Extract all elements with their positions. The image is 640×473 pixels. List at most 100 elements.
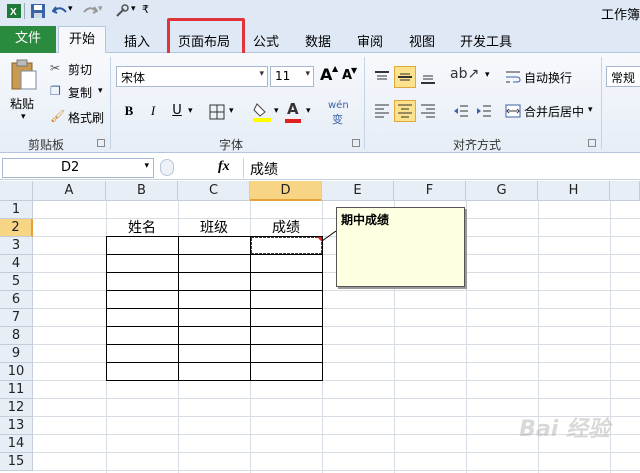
tab-home[interactable]: 开始 xyxy=(58,26,106,54)
column-header[interactable]: C xyxy=(178,181,250,201)
column-header[interactable]: F xyxy=(394,181,466,201)
tools-icon[interactable] xyxy=(114,3,130,19)
alignment-dialog-launcher[interactable] xyxy=(588,139,596,147)
increase-indent-icon[interactable] xyxy=(473,100,495,122)
bold-button[interactable]: B xyxy=(118,100,140,122)
decrease-indent-icon[interactable] xyxy=(450,100,472,122)
font-dialog-launcher[interactable] xyxy=(352,139,360,147)
cell-b2[interactable]: 姓名 xyxy=(106,219,178,237)
align-top-icon[interactable] xyxy=(371,66,393,88)
tab-insert[interactable]: 插入 xyxy=(124,31,150,50)
wrap-text-button[interactable]: 自动换行 xyxy=(524,69,572,86)
tab-view[interactable]: 视图 xyxy=(409,31,435,50)
format-painter-icon[interactable]: 🖌 xyxy=(50,109,65,123)
column-header[interactable]: G xyxy=(466,181,538,201)
align-left-icon[interactable] xyxy=(371,100,393,122)
orientation-dropdown-icon[interactable]: ▾ xyxy=(485,70,490,80)
row-header[interactable]: 11 xyxy=(0,381,33,399)
row-header[interactable]: 12 xyxy=(0,399,33,417)
row-header[interactable]: 8 xyxy=(0,327,33,345)
wrap-text-icon[interactable] xyxy=(505,69,521,85)
column-header[interactable]: E xyxy=(322,181,394,201)
tab-file[interactable]: 文件 xyxy=(0,26,56,53)
borders-icon[interactable] xyxy=(209,104,225,120)
watermark: Bai 经验 xyxy=(519,417,610,442)
formula-input[interactable]: 成绩 xyxy=(250,159,278,179)
tab-data[interactable]: 数据 xyxy=(305,31,331,50)
font-color-swatch xyxy=(285,119,301,123)
formula-bar-resize-handle[interactable] xyxy=(160,159,174,176)
comment-indicator xyxy=(317,237,322,242)
redo-dropdown-icon[interactable]: ▾ xyxy=(98,4,103,14)
copy-button[interactable]: 复制 xyxy=(68,84,92,101)
tab-developer[interactable]: 开发工具 xyxy=(460,31,512,50)
align-middle-icon[interactable] xyxy=(394,66,416,88)
scissors-icon[interactable]: ✂ xyxy=(50,61,60,75)
format-painter-button[interactable]: 格式刷 xyxy=(68,109,104,126)
fill-color-dropdown-icon[interactable]: ▾ xyxy=(274,106,279,116)
window-title: 工作簿 xyxy=(600,8,640,23)
row-header[interactable]: 15 xyxy=(0,453,33,471)
cell-d2[interactable]: 成绩 xyxy=(250,219,322,237)
cut-button[interactable]: 剪切 xyxy=(68,61,92,78)
svg-text:X: X xyxy=(10,7,17,18)
row-header[interactable]: 14 xyxy=(0,435,33,453)
row-header[interactable]: 4 xyxy=(0,255,33,273)
merge-dropdown-icon[interactable]: ▾ xyxy=(588,105,593,115)
underline-button[interactable]: U xyxy=(166,100,188,122)
select-all-corner[interactable] xyxy=(0,181,33,201)
row-header[interactable]: 3 xyxy=(0,237,33,255)
cell-c2[interactable]: 班级 xyxy=(178,219,250,237)
italic-button[interactable]: I xyxy=(142,100,164,122)
row-header-active[interactable]: 2 xyxy=(0,219,33,237)
row-header[interactable]: 13 xyxy=(0,417,33,435)
underline-dropdown-icon[interactable]: ▾ xyxy=(188,106,193,116)
tools-dropdown-icon[interactable]: ▾ xyxy=(131,4,136,14)
row-header[interactable]: 9 xyxy=(0,345,33,363)
font-color-icon[interactable]: A xyxy=(287,100,299,118)
tab-formulas[interactable]: 公式 xyxy=(253,31,279,50)
row-header[interactable]: 7 xyxy=(0,309,33,327)
align-center-icon[interactable] xyxy=(394,100,416,122)
phonetic-guide-button[interactable]: wén xyxy=(328,100,349,111)
font-color-dropdown-icon[interactable]: ▾ xyxy=(306,106,311,116)
merge-center-icon[interactable] xyxy=(505,103,521,119)
font-size-combo[interactable]: 11 ▾ xyxy=(270,66,314,87)
align-bottom-icon[interactable] xyxy=(417,66,439,88)
paste-icon[interactable] xyxy=(10,59,38,91)
row-header[interactable]: 5 xyxy=(0,273,33,291)
row-header[interactable]: 10 xyxy=(0,363,33,381)
orientation-icon[interactable]: ab↗ xyxy=(450,66,479,82)
column-header[interactable]: B xyxy=(106,181,178,201)
save-icon[interactable] xyxy=(30,3,46,19)
column-header[interactable]: A xyxy=(33,181,106,201)
cell-comment[interactable]: 期中成绩 xyxy=(336,207,465,287)
redo-icon[interactable] xyxy=(82,3,98,19)
paste-label[interactable]: 粘贴 xyxy=(10,95,34,112)
table-borders xyxy=(106,236,323,381)
column-header-partial[interactable] xyxy=(610,181,640,201)
column-header-active[interactable]: D xyxy=(250,181,322,201)
row-header[interactable]: 6 xyxy=(0,291,33,309)
undo-dropdown-icon[interactable]: ▾ xyxy=(68,4,73,14)
insert-function-button[interactable]: fx xyxy=(218,159,230,175)
name-box[interactable]: D2 ▾ xyxy=(2,158,154,178)
number-format-combo[interactable]: 常规 xyxy=(606,66,640,87)
group-separator xyxy=(601,57,602,149)
copy-icon[interactable]: ❐ xyxy=(50,84,61,98)
excel-logo-icon: X xyxy=(7,4,21,18)
borders-dropdown-icon[interactable]: ▾ xyxy=(229,106,234,116)
clipboard-dialog-launcher[interactable] xyxy=(97,139,105,147)
undo-icon[interactable] xyxy=(52,3,68,19)
customize-qat-icon[interactable]: ₹ xyxy=(142,3,149,16)
row-header[interactable]: 1 xyxy=(0,201,33,219)
tab-review[interactable]: 审阅 xyxy=(357,31,383,50)
paste-dropdown-icon[interactable]: ▾ xyxy=(21,112,26,122)
fill-color-icon[interactable] xyxy=(252,101,272,123)
align-right-icon[interactable] xyxy=(417,100,439,122)
merge-center-button[interactable]: 合并后居中 xyxy=(524,103,584,120)
grow-font-button[interactable]: A xyxy=(320,65,332,84)
font-name-combo[interactable]: 宋体 ▾ xyxy=(116,66,268,87)
copy-dropdown-icon[interactable]: ▾ xyxy=(98,86,103,96)
column-header[interactable]: H xyxy=(538,181,610,201)
